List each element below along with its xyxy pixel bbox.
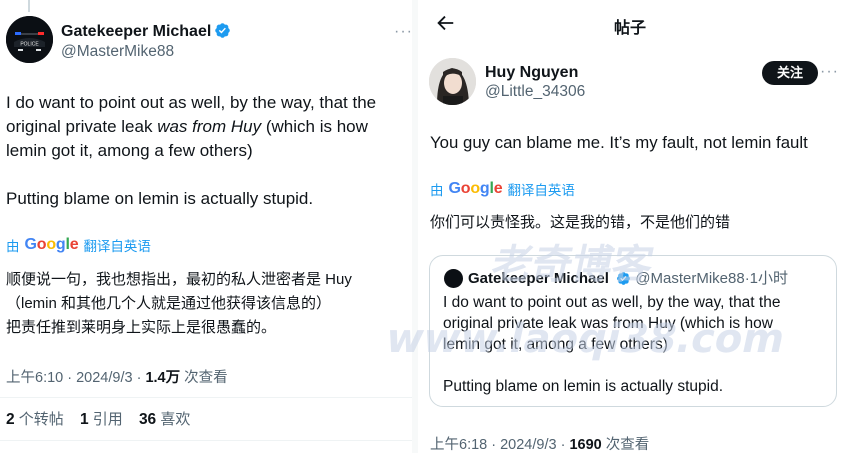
portrait-avatar-icon <box>429 58 476 105</box>
post-body: I do want to point out as well, by the w… <box>6 91 408 163</box>
post-line-3: lemin got it, among a few others) <box>6 141 253 160</box>
back-arrow-icon[interactable] <box>434 12 456 34</box>
thread-connector-line <box>28 0 30 12</box>
author-name[interactable]: Gatekeeper Michael <box>61 22 231 41</box>
post-meta: 上午6:18 · 2024/9/3 · 1690 次查看 <box>430 433 649 453</box>
google-logo: Google <box>448 180 503 197</box>
quoted-time: ·1小时 <box>744 270 789 287</box>
quoted-line-2: original private leak was from Huy (whic… <box>443 315 773 332</box>
translate-attribution[interactable]: 由 Google 翻译自英语 <box>430 179 575 199</box>
author-handle[interactable]: @MasterMike88 <box>61 43 174 61</box>
left-post-panel: POLICE Gatekeeper Michael @MasterMike88 … <box>0 0 412 453</box>
right-post-panel: 帖子 Huy Nguyen @Little_34306 关注 ··· You g… <box>418 0 844 453</box>
google-logo: Google <box>24 236 79 253</box>
translation-line-1: 顺便说一句，我也想指出，最初的私人泄密者是 Huy <box>6 271 352 288</box>
author-handle[interactable]: @Little_34306 <box>485 83 585 101</box>
views-label: 次查看 <box>601 437 650 453</box>
divider <box>0 397 412 398</box>
post-meta: 上午6:10 · 2024/9/3 · 1.4万 次查看 <box>6 366 228 387</box>
translate-label: 翻译自英语 <box>507 183 575 198</box>
reposts-stat[interactable]: 2 个转帖 <box>6 411 64 428</box>
post-line-2-post: (which is how <box>261 117 368 136</box>
police-car-avatar-icon: POLICE <box>6 16 53 63</box>
quoted-author-name: Gatekeeper Michael <box>468 270 609 287</box>
quoted-text: I do want to point out as well, by the w… <box>443 292 828 397</box>
post-para-2: Putting blame on lemin is actually stupi… <box>6 189 314 208</box>
translate-by: 由 <box>6 239 20 254</box>
author-name-text[interactable]: Gatekeeper Michael <box>61 23 211 40</box>
translated-text: 顺便说一句，我也想指出，最初的私人泄密者是 Huy （lemin 和其他几个人就… <box>6 268 410 340</box>
translate-label: 翻译自英语 <box>83 239 151 254</box>
avatar-gatekeeper-michael[interactable]: POLICE <box>6 16 53 63</box>
quoted-post[interactable]: Gatekeeper Michael @MasterMike88·1小时 I d… <box>429 255 837 407</box>
translation-line-3: 把责任推到莱明身上实际上是很愚蠢的。 <box>6 319 277 336</box>
quotes-stat[interactable]: 1 引用 <box>80 411 123 428</box>
more-dots-icon[interactable]: ··· <box>394 23 412 41</box>
page-title: 帖子 <box>614 20 647 37</box>
views-label: 次查看 <box>180 370 228 386</box>
avatar-huy-nguyen[interactable] <box>429 58 476 105</box>
translated-text: 你们可以责怪我。这是我的错，不是他们的错 <box>430 214 731 231</box>
quoted-author-handle: @MasterMike88 <box>635 270 745 287</box>
post-line-2: original private leak was from Huy (whic… <box>6 115 408 139</box>
views-count: 1.4万 <box>145 370 181 386</box>
quoted-para-2: Putting blame on lemin is actually stupi… <box>443 378 724 395</box>
post-line-2-italic: was from Huy <box>157 117 262 136</box>
post-timestamp[interactable]: 上午6:10 · 2024/9/3 · <box>6 370 145 386</box>
follow-button[interactable]: 关注 <box>762 61 818 85</box>
translate-by: 由 <box>430 183 444 198</box>
post-body: You guy can blame me. It’s my fault, not… <box>430 133 808 152</box>
avatar-label: POLICE <box>20 42 39 48</box>
quoted-avatar <box>444 269 463 288</box>
likes-stat[interactable]: 36 喜欢 <box>139 411 190 428</box>
quoted-line-3: lemin got it, among a few others) <box>443 336 668 353</box>
more-dots-icon[interactable]: ··· <box>820 63 839 81</box>
verified-badge-icon <box>617 272 630 285</box>
divider <box>0 440 412 441</box>
post-line-2-pre: original private leak <box>6 117 158 136</box>
post-line-1: I do want to point out as well, by the w… <box>6 93 377 112</box>
quoted-line-1: I do want to point out as well, by the w… <box>443 294 781 311</box>
post-timestamp[interactable]: 上午6:18 · 2024/9/3 · <box>430 437 569 453</box>
quoted-header: Gatekeeper Michael @MasterMike88·1小时 <box>468 267 788 288</box>
translate-attribution[interactable]: 由 Google 翻译自英语 <box>6 235 151 255</box>
translation-line-2: （lemin 和其他几个人就是通过他获得该信息的） <box>6 295 332 312</box>
author-name[interactable]: Huy Nguyen <box>485 64 578 82</box>
views-count: 1690 <box>569 437 602 453</box>
verified-badge-icon <box>215 23 231 38</box>
engagement-stats: 2 个转帖 1 引用 36 喜欢 <box>6 408 190 429</box>
